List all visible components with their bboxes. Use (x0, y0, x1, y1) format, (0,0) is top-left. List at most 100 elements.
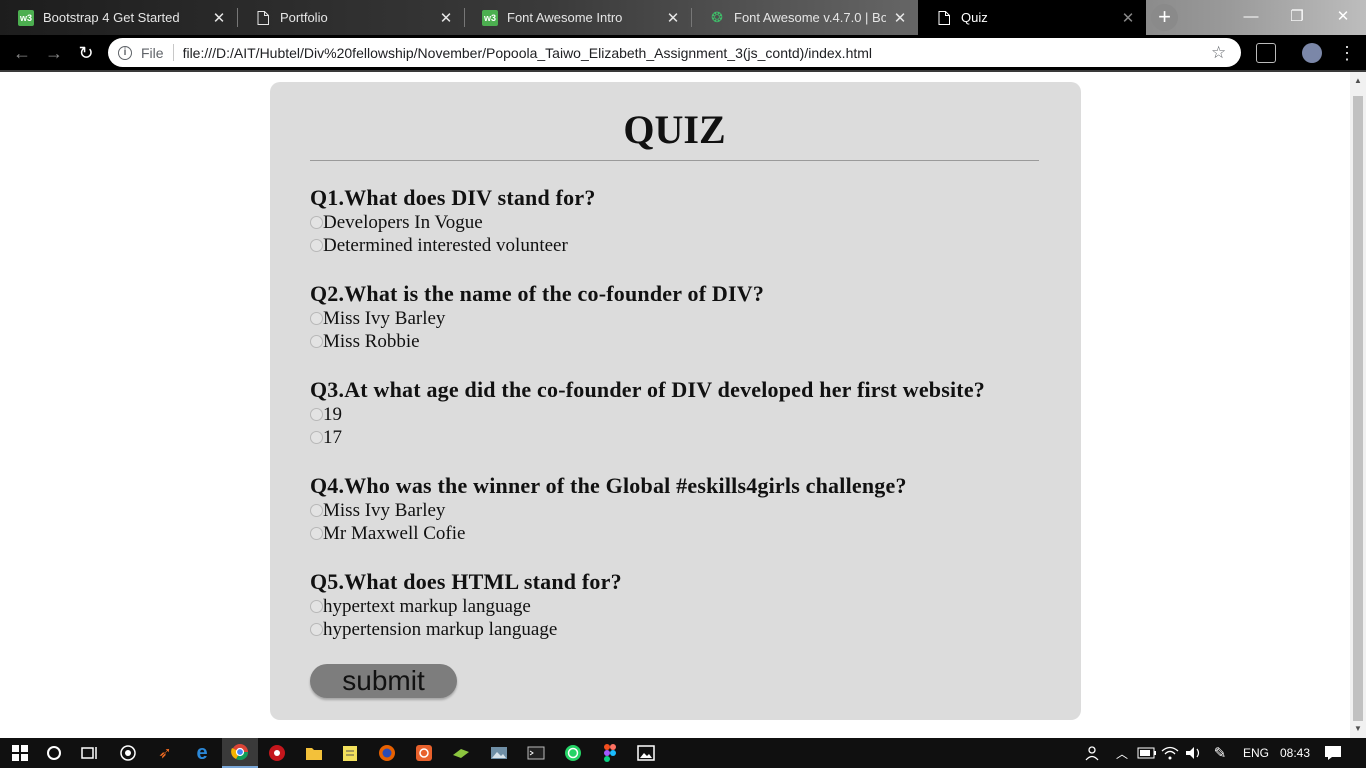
submit-button[interactable]: submit (310, 664, 457, 698)
avatar[interactable] (1302, 43, 1322, 63)
menu-icon[interactable]: ⋮ (1334, 40, 1360, 66)
new-tab-button[interactable]: + (1151, 4, 1178, 31)
scrollbar[interactable]: ▲ ▼ (1350, 72, 1366, 738)
notes-app-icon[interactable] (338, 741, 362, 765)
radio-button[interactable] (310, 312, 323, 325)
radio-button[interactable] (310, 431, 323, 444)
answer-option[interactable]: 17 (310, 426, 1039, 449)
question-1: Q1.What does DIV stand for? Developers I… (310, 185, 1039, 257)
radio-button[interactable] (310, 600, 323, 613)
whatsapp-icon[interactable] (561, 741, 585, 765)
answer-option[interactable]: Mr Maxwell Cofie (310, 522, 1039, 545)
tab-title: Portfolio (280, 10, 328, 25)
page-icon (936, 10, 952, 26)
option-label: 19 (323, 404, 342, 425)
firefox-icon[interactable] (375, 741, 399, 765)
quiz-card: QUIZ Q1.What does DIV stand for? Develop… (270, 82, 1081, 720)
answer-option[interactable]: hypertension markup language (310, 618, 1039, 641)
tab-title: Font Awesome Intro (507, 10, 623, 25)
media-app-icon[interactable]: ➶ (153, 741, 177, 765)
radio-button[interactable] (310, 527, 323, 540)
option-label: Mr Maxwell Cofie (323, 523, 466, 544)
question-text: Q5.What does HTML stand for? (310, 569, 622, 594)
tab-title: Bootstrap 4 Get Started (43, 10, 180, 25)
radio-button[interactable] (310, 239, 323, 252)
star-icon[interactable]: ☆ (1211, 43, 1233, 63)
figma-icon[interactable] (598, 741, 622, 765)
radio-button[interactable] (310, 408, 323, 421)
tab-title: Font Awesome v.4.7.0 | Bootstr (734, 10, 886, 25)
address-url[interactable]: file:///D:/AIT/Hubtel/Div%20fellowship/N… (183, 45, 1211, 61)
volume-icon[interactable] (1182, 741, 1206, 765)
edge-icon[interactable]: e (190, 741, 214, 765)
task-view-icon[interactable] (78, 741, 102, 765)
radio-button[interactable] (310, 623, 323, 636)
answer-option[interactable]: Developers In Vogue (310, 211, 1039, 234)
minimize-button[interactable]: — (1228, 0, 1274, 32)
answer-option[interactable]: Miss Robbie (310, 330, 1039, 353)
orange-app-icon[interactable] (412, 741, 436, 765)
scroll-down-icon[interactable]: ▼ (1350, 722, 1366, 736)
scrollbar-thumb[interactable] (1353, 96, 1363, 721)
option-label: Developers In Vogue (323, 212, 483, 233)
answer-option[interactable]: Determined interested volunteer (310, 234, 1039, 257)
w3schools-icon: w3 (482, 9, 498, 26)
option-label: Miss Ivy Barley (323, 308, 446, 329)
reload-icon[interactable]: ↻ (73, 40, 99, 66)
extension-icon[interactable] (1256, 43, 1276, 63)
address-bar[interactable]: i File file:///D:/AIT/Hubtel/Div%20fello… (108, 38, 1241, 67)
taskbar: ➶ e ︿ ✎ ENG 08:43 (0, 738, 1366, 768)
green-app-icon[interactable] (449, 741, 473, 765)
forward-icon[interactable]: → (41, 40, 67, 66)
close-icon[interactable]: ✕ (438, 10, 454, 27)
question-text: Q2.What is the name of the co-founder of… (310, 281, 765, 306)
image-viewer-icon[interactable] (634, 741, 658, 765)
notifications-icon[interactable] (1321, 741, 1345, 765)
scroll-up-icon[interactable]: ▲ (1350, 74, 1366, 88)
question-3: Q3.At what age did the co-founder of DIV… (310, 377, 1039, 449)
tab-font-awesome-intro[interactable]: w3 Font Awesome Intro ✕ (464, 0, 691, 35)
radio-button[interactable] (310, 504, 323, 517)
question-4: Q4.Who was the winner of the Global #esk… (310, 473, 1039, 545)
tab-quiz[interactable]: Quiz ✕ (918, 0, 1146, 35)
close-window-button[interactable]: ✕ (1320, 0, 1366, 32)
wifi-icon[interactable] (1158, 741, 1182, 765)
back-icon[interactable]: ← (9, 40, 35, 66)
battery-icon[interactable] (1135, 741, 1159, 765)
chevron-up-icon[interactable]: ︿ (1110, 741, 1134, 765)
photos-app-icon[interactable] (487, 741, 511, 765)
close-icon[interactable]: ✕ (892, 10, 908, 27)
tab-portfolio[interactable]: Portfolio ✕ (237, 0, 464, 35)
clock[interactable]: 08:43 (1280, 738, 1310, 768)
radio-button[interactable] (310, 335, 323, 348)
close-icon[interactable]: ✕ (211, 10, 227, 27)
radio-button[interactable] (310, 216, 323, 229)
search-icon[interactable] (42, 741, 66, 765)
page-icon (255, 10, 271, 26)
tab-title: Quiz (961, 10, 988, 25)
chrome-icon[interactable] (222, 738, 258, 768)
tab-font-awesome-bootstrap[interactable]: ❂ Font Awesome v.4.7.0 | Bootstr ✕ (691, 0, 918, 35)
address-divider (172, 44, 174, 61)
close-icon[interactable]: ✕ (665, 10, 681, 27)
answer-option[interactable]: Miss Ivy Barley (310, 307, 1039, 330)
people-icon[interactable] (1082, 741, 1106, 765)
answer-option[interactable]: 19 (310, 403, 1039, 426)
language-indicator[interactable]: ENG (1243, 738, 1269, 768)
answer-option[interactable]: Miss Ivy Barley (310, 499, 1039, 522)
windows-start-icon[interactable] (8, 741, 32, 765)
restore-button[interactable]: ❐ (1274, 0, 1320, 32)
red-app-icon[interactable] (265, 741, 289, 765)
info-icon[interactable]: i (118, 45, 132, 60)
file-explorer-icon[interactable] (302, 741, 326, 765)
option-label: Miss Robbie (323, 331, 420, 352)
tab-bootstrap[interactable]: w3 Bootstrap 4 Get Started ✕ (0, 0, 237, 35)
quiz-title: QUIZ (310, 102, 1039, 161)
answer-option[interactable]: hypertext markup language (310, 595, 1039, 618)
close-icon[interactable]: ✕ (1120, 10, 1136, 27)
cortana-icon[interactable] (116, 741, 140, 765)
question-5: Q5.What does HTML stand for? hypertext m… (310, 569, 1039, 641)
pen-icon[interactable]: ✎ (1208, 741, 1232, 765)
address-scheme: File (141, 44, 164, 61)
command-prompt-icon[interactable] (524, 741, 548, 765)
